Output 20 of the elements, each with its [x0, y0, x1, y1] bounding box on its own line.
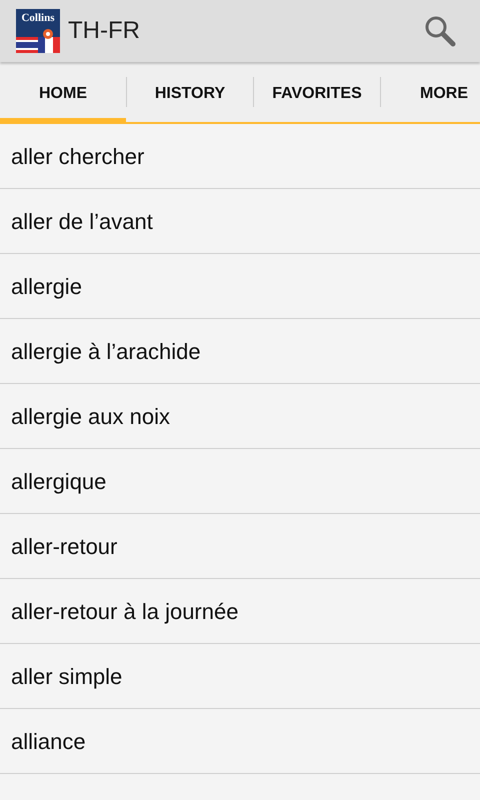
- tab[interactable]: MORE: [381, 62, 480, 122]
- flag-icon: [16, 37, 38, 53]
- list-item[interactable]: aller-retour à la journée: [0, 594, 238, 628]
- list-item[interactable]: allergique: [0, 464, 106, 498]
- speaker-icon: [43, 29, 53, 39]
- tab[interactable]: HISTORY: [127, 62, 253, 122]
- tab[interactable]: HOME: [0, 62, 126, 122]
- list-item[interactable]: aller simple: [0, 660, 122, 692]
- flag-icon: [38, 37, 60, 53]
- logo: Collins: [16, 9, 60, 37]
- list-item[interactable]: allergie: [0, 270, 82, 302]
- list-item[interactable]: allergie aux noix: [0, 400, 170, 432]
- list-item[interactable]: allergie à l’arachide: [0, 334, 201, 368]
- list-item[interactable]: aller de l’avant: [0, 204, 153, 238]
- list-item[interactable]: aller chercher: [0, 140, 144, 172]
- list-item[interactable]: alliance: [0, 724, 86, 758]
- search-icon[interactable]: [424, 15, 456, 47]
- list-item[interactable]: aller-retour: [0, 530, 118, 562]
- tab[interactable]: FAVORITES: [254, 62, 380, 122]
- app-title: TH-FR: [68, 16, 140, 46]
